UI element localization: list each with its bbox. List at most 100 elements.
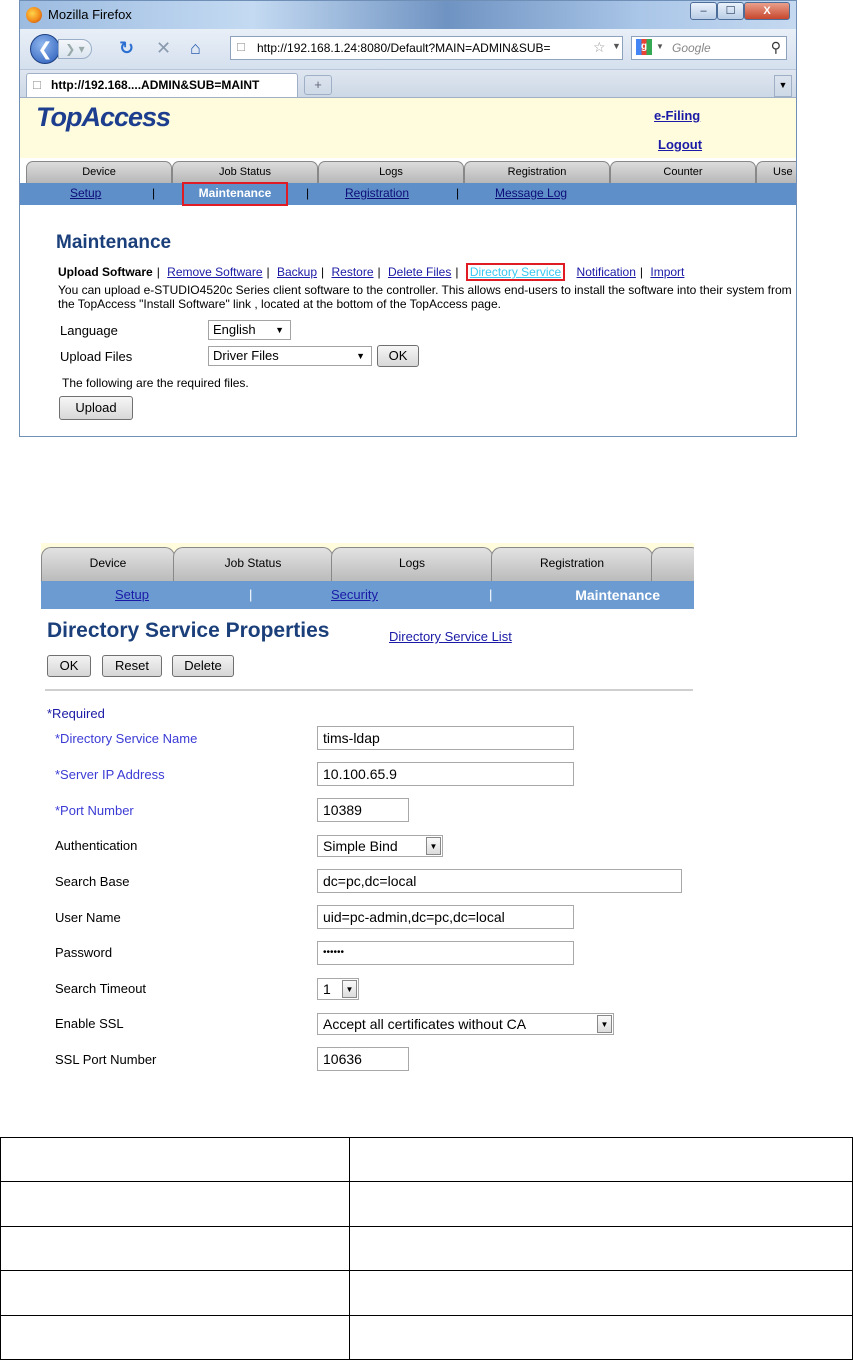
sublink-delete-files[interactable]: Delete Files — [388, 265, 451, 279]
page-content: TopAccess e-Filing Logout Device Job Sta… — [20, 98, 796, 436]
directory-service-list-link[interactable]: Directory Service List — [389, 629, 512, 644]
enable-ssl-select[interactable]: Accept all certificates without CA ▼ — [317, 1013, 614, 1035]
ok-button[interactable]: OK — [47, 655, 91, 677]
new-tab-button[interactable]: + — [304, 75, 332, 95]
authentication-value: Simple Bind — [323, 838, 398, 854]
maximize-button[interactable]: ☐ — [717, 2, 744, 20]
authentication-select[interactable]: Simple Bind ▼ — [317, 835, 443, 857]
subnav-message-log[interactable]: Message Log — [495, 186, 567, 200]
tab-device[interactable]: Device — [26, 161, 172, 183]
search-engine-dropdown-icon[interactable]: ▼ — [656, 42, 664, 51]
navigation-toolbar: ❮ ❯ ▾ ↻ ✕ ⌂ □ http://192.168.1.24:8080/D… — [20, 29, 796, 70]
sublink-restore[interactable]: Restore — [332, 265, 374, 279]
browser-tab[interactable]: □ http://192.168....ADMIN&SUB=MAINT — [26, 73, 298, 97]
close-button[interactable]: X — [744, 2, 790, 20]
maintenance-sub-links: Upload Software | Remove Software | Backup… — [58, 263, 685, 281]
sublink-notification[interactable]: Notification — [577, 265, 636, 279]
ds-name-input[interactable]: tims-ldap — [317, 726, 574, 750]
upload-files-label: Upload Files — [60, 349, 133, 364]
logout-link[interactable]: Logout — [658, 137, 702, 152]
table-row — [0, 1270, 853, 1316]
url-dropdown-icon[interactable]: ▼ — [612, 41, 621, 51]
search-timeout-select[interactable]: 1 ▼ — [317, 978, 359, 1000]
sub-navigation: Setup | Security | Maintenance — [41, 581, 694, 609]
upload-files-value: Driver Files — [213, 348, 279, 363]
language-select[interactable]: English ▼ — [208, 320, 291, 340]
ssl-port-input[interactable]: 10636 — [317, 1047, 409, 1071]
subnav-maintenance-active[interactable]: Maintenance — [575, 587, 660, 603]
table-cell — [0, 1181, 350, 1227]
chevron-down-icon: ▼ — [275, 325, 284, 335]
sublink-directory-service[interactable]: Directory Service — [465, 263, 566, 281]
password-label: Password — [55, 945, 113, 960]
tab-registration[interactable]: Registration — [464, 161, 610, 183]
server-ip-input[interactable]: 10.100.65.9 — [317, 762, 574, 786]
server-ip-label: *Server IP Address — [55, 767, 165, 782]
firefox-logo-icon — [26, 7, 42, 23]
ssl-port-label: SSL Port Number — [55, 1052, 157, 1067]
main-tabs: Device Job Status Logs Registration — [41, 543, 694, 581]
delete-button[interactable]: Delete — [172, 655, 234, 677]
minimize-button[interactable]: – — [690, 2, 717, 20]
required-files-note: The following are the required files. — [62, 376, 249, 390]
subnav-security[interactable]: Security — [331, 587, 378, 602]
port-number-input[interactable]: 10389 — [317, 798, 409, 822]
url-bar[interactable]: □ http://192.168.1.24:8080/Default?MAIN=… — [230, 36, 623, 60]
upload-description: You can upload e-STUDIO4520c Series clie… — [58, 283, 792, 311]
table-row — [0, 1181, 853, 1227]
tab-job-status[interactable]: Job Status — [172, 161, 318, 183]
required-note: *Required — [47, 706, 105, 721]
sublink-upload-software[interactable]: Upload Software — [58, 265, 153, 279]
reset-button[interactable]: Reset — [102, 655, 162, 677]
tab-registration[interactable]: Registration — [491, 547, 653, 581]
port-number-label: *Port Number — [55, 803, 134, 818]
back-arrow-icon[interactable]: ❮ — [30, 34, 60, 64]
language-value: English — [213, 322, 256, 337]
bookmark-star-icon[interactable]: ☆ — [593, 39, 606, 56]
sublink-backup[interactable]: Backup — [277, 265, 317, 279]
search-icon[interactable]: ⚲ — [771, 39, 781, 56]
subnav-setup[interactable]: Setup — [70, 186, 101, 200]
page-heading: Maintenance — [56, 232, 172, 253]
table-cell — [0, 1225, 350, 1272]
subnav-registration[interactable]: Registration — [345, 186, 409, 200]
tab-partial[interactable] — [651, 547, 694, 581]
user-name-input[interactable]: uid=pc-admin,dc=pc,dc=local — [317, 905, 574, 929]
subnav-maintenance-active[interactable]: Maintenance — [182, 182, 288, 206]
subnav-setup[interactable]: Setup — [115, 587, 149, 602]
home-icon[interactable]: ⌂ — [190, 37, 201, 59]
subnav-separator: | — [152, 186, 156, 200]
table-row — [0, 1225, 853, 1272]
subnav-separator: | — [489, 587, 493, 602]
tab-counter[interactable]: Counter — [610, 161, 756, 183]
search-bar[interactable]: g ▼ Google ⚲ — [631, 36, 787, 60]
password-input[interactable]: •••••• — [317, 941, 574, 965]
forward-arrow-icon[interactable]: ❯ ▾ — [58, 39, 92, 59]
upload-files-select[interactable]: Driver Files ▼ — [208, 346, 372, 366]
efiling-link[interactable]: e-Filing — [654, 108, 700, 123]
stop-icon[interactable]: ✕ — [156, 37, 171, 59]
sub-navigation: Setup | Maintenance | Registration | Mes… — [20, 182, 796, 206]
search-timeout-label: Search Timeout — [55, 981, 147, 996]
ok-button[interactable]: OK — [377, 345, 419, 367]
google-icon: g — [636, 39, 652, 55]
table-cell — [349, 1314, 853, 1361]
tab-list-dropdown-icon[interactable]: ▼ — [774, 75, 792, 97]
table-cell — [0, 1270, 350, 1316]
tab-user[interactable]: Use — [756, 161, 796, 183]
table-cell — [349, 1225, 853, 1272]
sublink-remove-software[interactable]: Remove Software — [167, 265, 262, 279]
reload-icon[interactable]: ↻ — [119, 37, 134, 59]
table-cell — [0, 1136, 350, 1183]
chevron-down-icon: ▼ — [356, 351, 365, 361]
tab-device[interactable]: Device — [41, 547, 175, 581]
tab-logs[interactable]: Logs — [331, 547, 493, 581]
tab-logs[interactable]: Logs — [318, 161, 464, 183]
sublink-import[interactable]: Import — [650, 265, 684, 279]
search-base-input[interactable]: dc=pc,dc=local — [317, 869, 682, 893]
tab-job-status[interactable]: Job Status — [173, 547, 333, 581]
upload-button[interactable]: Upload — [59, 396, 133, 420]
table-row — [0, 1136, 853, 1183]
page-icon: □ — [237, 39, 245, 54]
search-placeholder: Google — [672, 41, 711, 55]
